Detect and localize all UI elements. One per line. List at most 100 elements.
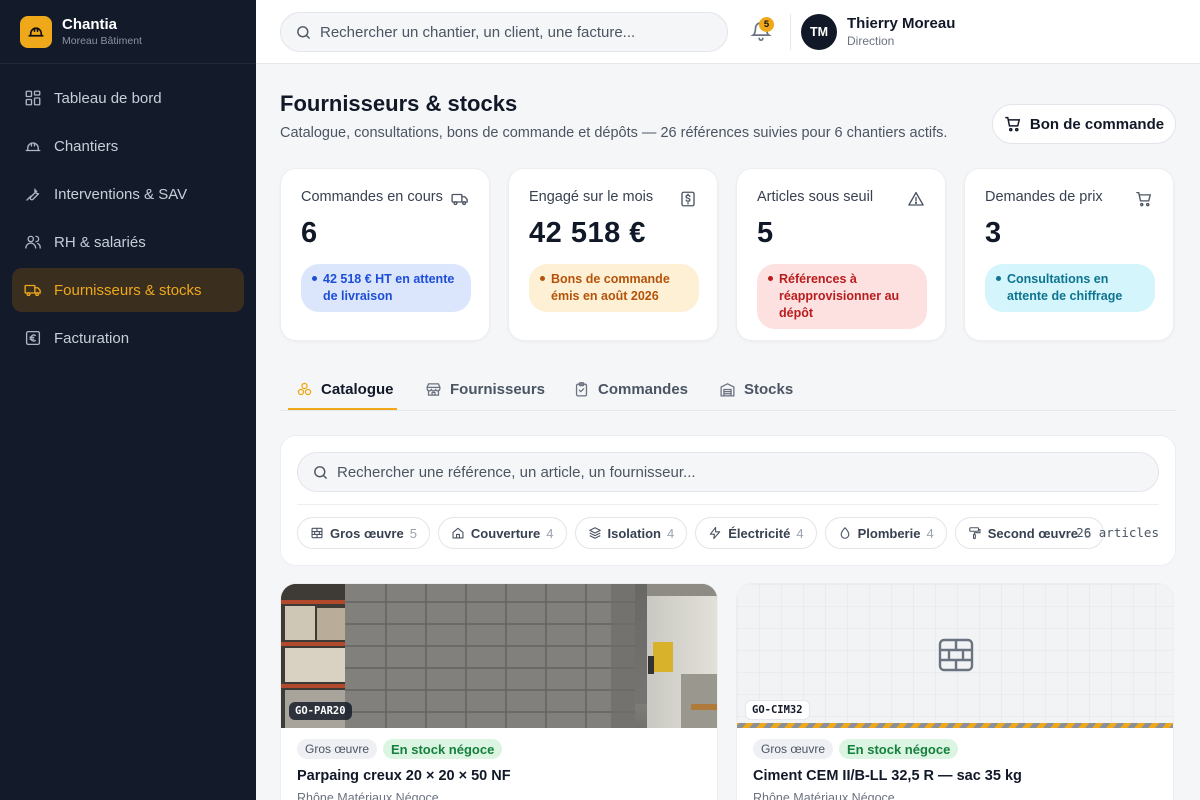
tab-catalogue[interactable]: Catalogue [296,368,394,411]
house-icon [452,527,464,539]
tab-label: Catalogue [321,381,394,398]
kpi-note: Bons de commande émis en août 2026 [529,264,699,312]
tab-stocks[interactable]: Stocks [719,368,793,411]
chip-electricite[interactable]: Électricité 4 [695,517,817,549]
warning-icon [908,191,924,206]
users-icon [25,235,41,249]
global-search-input[interactable] [320,23,727,41]
category-tag: Gros œuvre [753,739,834,759]
product-tags: Gros œuvre En stock négoce [297,739,503,759]
kpi-card-engaged: Engagé sur le mois 42 518 € Bons de comm… [508,168,718,341]
catalog-filters: Gros œuvre 5 Couverture 4 Isolation 4 Él… [280,435,1176,566]
purchase-order-button[interactable]: Bon de commande [992,104,1176,144]
truck-icon [451,193,468,206]
kpi-note: Consultations en attente de chiffrage [985,264,1155,312]
euro-icon [25,330,41,346]
product-name: Ciment CEM II/B-LL 32,5 R — sac 35 kg [753,768,1022,784]
sidebar-item-chantiers[interactable]: Chantiers [12,124,244,168]
chip-label: Électricité [728,525,791,541]
kpi-label: Engagé sur le mois [529,189,654,205]
category-tag: Gros œuvre [297,739,378,759]
sidebar-item-label: Fournisseurs & stocks [54,281,202,299]
brand-name: Chantia [62,16,118,33]
warehouse-icon [720,383,735,397]
kpi-label: Commandes en cours [301,189,443,205]
chip-label: Second œuvre [987,525,1078,541]
product-image-placeholder: GO-CIM32 [737,584,1173,728]
chip-label: Gros œuvre [330,525,404,541]
catalog-search[interactable] [297,452,1159,492]
cart-icon [1136,191,1152,207]
sku-badge: GO-PAR20 [289,702,352,720]
product-supplier: Rhône Matériaux Négoce [297,791,439,800]
kpi-value: 3 [985,217,1002,249]
product-card[interactable]: GO-PAR20 Gros œuvre En stock négoce Parp… [280,583,718,800]
kpi-label: Articles sous seuil [757,189,874,205]
sidebar-nav: Tableau de bord Chantiers Interventions … [0,64,256,360]
category-chips: Gros œuvre 5 Couverture 4 Isolation 4 Él… [297,517,1105,549]
bolt-icon [709,526,721,540]
kpi-card-below-threshold: Articles sous seuil 5 Références à réapp… [736,168,946,341]
sidebar-item-label: RH & salariés [54,233,146,251]
store-icon [426,383,441,396]
sidebar-item-facturation[interactable]: Facturation [12,316,244,360]
search-icon [314,465,327,479]
user-role: Direction [847,34,895,48]
catalog-search-input[interactable] [337,463,1158,481]
tab-fournisseurs[interactable]: Fournisseurs [425,368,545,411]
brand[interactable]: Chantia Moreau Bâtiment [0,0,256,64]
search-icon [297,25,310,39]
topbar: 5 TM Thierry Moreau Direction [256,0,1200,64]
receipt-icon [681,191,695,207]
kpi-value: 6 [301,217,318,249]
hard-hat-icon [20,15,52,48]
paint-roller-icon [968,527,981,540]
kpi-card-orders: Commandes en cours 6 42 518 € HT en atte… [280,168,490,341]
sidebar-item-interventions[interactable]: Interventions & SAV [12,172,244,216]
product-supplier: Rhône Matériaux Négoce [753,791,895,800]
sidebar-item-fournisseurs[interactable]: Fournisseurs & stocks [12,268,244,312]
global-search[interactable] [280,12,728,52]
kpi-value: 5 [757,217,774,249]
sidebar-item-dashboard[interactable]: Tableau de bord [12,76,244,120]
avatar[interactable]: TM [801,14,837,50]
tab-label: Commandes [598,381,689,398]
page-subtitle: Catalogue, consultations, bons de comman… [280,125,948,141]
chip-couverture[interactable]: Couverture 4 [437,517,567,549]
truck-icon [24,284,41,297]
product-name: Parpaing creux 20 × 20 × 50 NF [297,768,511,784]
dashboard-icon [25,90,41,106]
purchase-order-label: Bon de commande [1029,115,1165,133]
kpi-note: 42 518 € HT en attente de livraison [301,264,471,312]
boxes-icon [297,382,312,396]
kpi-card-price-requests: Demandes de prix 3 Consultations en atte… [964,168,1174,341]
divider [790,14,791,50]
sidebar-item-label: Interventions & SAV [54,185,188,203]
chip-isolation[interactable]: Isolation 4 [574,517,688,549]
notification-badge: 5 [759,17,774,32]
sidebar-item-label: Chantiers [54,137,119,155]
sidebar-item-rh[interactable]: RH & salariés [12,220,244,264]
user-info[interactable]: Thierry Moreau Direction [847,15,955,48]
chip-count: 4 [796,525,804,541]
product-card[interactable]: GO-CIM32 Gros œuvre En stock négoce Cime… [736,583,1174,800]
product-image: GO-PAR20 [281,584,717,728]
clipboard-icon [575,382,588,397]
brick-icon [311,527,323,539]
product-tags: Gros œuvre En stock négoce [753,739,959,759]
sidebar: Chantia Moreau Bâtiment Tableau de bord … [0,0,256,800]
stock-tag: En stock négoce [383,739,503,759]
chip-gros-oeuvre[interactable]: Gros œuvre 5 [297,517,430,549]
articles-count: 26 articles [1076,525,1159,540]
sidebar-item-label: Facturation [54,329,130,347]
stock-tag: En stock négoce [839,739,959,759]
user-name: Thierry Moreau [847,15,956,32]
chip-count: 4 [926,525,934,541]
tab-commandes[interactable]: Commandes [573,368,688,411]
wrench-icon [26,187,40,201]
chip-count: 4 [666,525,675,541]
sidebar-item-label: Tableau de bord [54,89,162,107]
chip-plomberie[interactable]: Plomberie 4 [824,517,947,549]
chip-label: Plomberie [857,525,921,541]
tab-label: Fournisseurs [450,381,546,398]
